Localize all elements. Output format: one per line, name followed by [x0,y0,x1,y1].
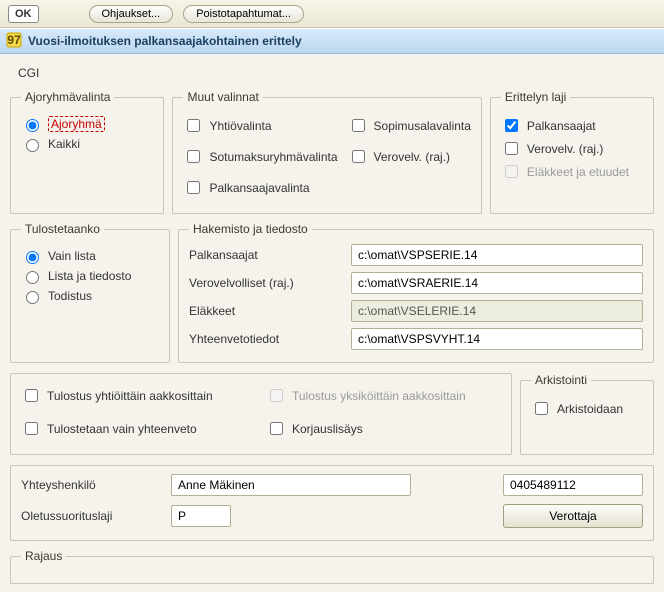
verottaja-button[interactable]: Verottaja [503,504,643,528]
arkistoidaan-label: Arkistoidaan [557,402,623,416]
listajatiedosto-label: Lista ja tiedosto [48,269,131,283]
palkansaajavalinta-label: Palkansaajavalinta [209,181,309,195]
oletussuorituslaji-label: Oletussuorituslaji [21,509,151,523]
muut-legend: Muut valinnat [183,90,262,104]
tulostetaanko-group: Tulostetaanko Vain lista Lista ja tiedos… [10,222,170,363]
file-row-label: Yhteenvetotiedot [189,332,339,346]
listajatiedosto-radio[interactable] [26,271,39,284]
todistus-label: Todistus [48,289,92,303]
arkistointi-legend: Arkistointi [531,373,591,387]
ajoryhma-radio[interactable] [26,119,39,132]
toolbar: OK Ohjaukset... Poistotapahtumat... [0,0,664,28]
vainlista-radio[interactable] [26,251,39,264]
verovelv-label: Verovelv. (raj.) [374,150,450,164]
svg-text:97: 97 [7,33,21,47]
client-label: CGI [10,62,654,90]
erittely-verovelv-check[interactable] [505,142,518,155]
tulostus-options-group: Tulostus yhtiöittäin aakkosittain Tulost… [10,373,512,455]
tulostus-yhtio-label: Tulostus yhtiöittäin aakkosittain [47,389,213,403]
yhteyshenkilo-label: Yhteyshenkilö [21,478,151,492]
erittely-verovelv-label: Verovelv. (raj.) [527,142,603,156]
ajoryhma-group: Ajoryhmävalinta Ajoryhmä Kaikki [10,90,164,214]
window-title: 97 Vuosi-ilmoituksen palkansaajakohtaine… [0,28,664,54]
yhteenveto-file-input[interactable] [351,328,643,350]
tulostus-yksikko-check [270,389,283,402]
erittely-group: Erittelyn laji Palkansaajat Verovelv. (r… [490,90,654,214]
puhelin-input[interactable] [503,474,643,496]
todistus-radio[interactable] [26,291,39,304]
palkansaajavalinta-check[interactable] [187,181,200,194]
erittely-legend: Erittelyn laji [501,90,570,104]
sopimusala-check[interactable] [352,119,365,132]
rajaus-legend: Rajaus [21,549,66,563]
sotumaksu-check[interactable] [187,150,200,163]
yhteyshenkilo-input[interactable] [171,474,411,496]
muut-valinnat-group: Muut valinnat Yhtiövalinta Sopimusalaval… [172,90,481,214]
hakemisto-group: Hakemisto ja tiedosto Palkansaajat Verov… [178,222,654,363]
rajaus-group: Rajaus [10,549,654,584]
tulostetaan-vain-check[interactable] [25,422,38,435]
tulostus-yhtio-check[interactable] [25,389,38,402]
palkansaajat-label: Palkansaajat [527,119,596,133]
arkistoidaan-check[interactable] [535,402,548,415]
elakkeet-label: Eläkkeet ja etuudet [527,165,629,179]
yhtiovalinta-check[interactable] [187,119,200,132]
file-row-label: Palkansaajat [189,248,339,262]
contact-group: Yhteyshenkilö Oletussuorituslaji Verotta… [10,465,654,541]
verovelv-check[interactable] [352,150,365,163]
palkansaajat-file-input[interactable] [351,244,643,266]
page-title: Vuosi-ilmoituksen palkansaajakohtainen e… [28,34,302,48]
tulostus-yksikko-label: Tulostus yksiköittäin aakkosittain [292,389,466,403]
palkansaajat-check[interactable] [505,119,518,132]
ohjaukset-button[interactable]: Ohjaukset... [89,5,174,23]
yhtiovalinta-label: Yhtiövalinta [209,119,271,133]
file-row-label: Eläkkeet [189,304,339,318]
app-icon: 97 [6,32,22,51]
oletussuorituslaji-input[interactable] [171,505,231,527]
sotumaksu-label: Sotumaksuryhmävalinta [209,150,337,164]
hakemisto-legend: Hakemisto ja tiedosto [189,222,312,236]
sopimusala-label: Sopimusalavalinta [374,119,471,133]
ok-button[interactable]: OK [8,5,39,23]
tulostetaanko-legend: Tulostetaanko [21,222,104,236]
file-row-label: Verovelvolliset (raj.) [189,276,339,290]
verovelvolliset-file-input[interactable] [351,272,643,294]
elakkeet-file-input [351,300,643,322]
vainlista-label: Vain lista [48,249,96,263]
elakkeet-check [505,165,518,178]
ajoryhma-label: Ajoryhmä [48,116,105,132]
ajoryhma-legend: Ajoryhmävalinta [21,90,114,104]
korjauslisays-check[interactable] [270,422,283,435]
korjauslisays-label: Korjauslisäys [292,422,363,436]
kaikki-label: Kaikki [48,137,80,151]
arkistointi-group: Arkistointi Arkistoidaan [520,373,654,455]
tulostetaan-vain-label: Tulostetaan vain yhteenveto [47,422,197,436]
kaikki-radio[interactable] [26,139,39,152]
poistotapahtumat-button[interactable]: Poistotapahtumat... [183,5,304,23]
